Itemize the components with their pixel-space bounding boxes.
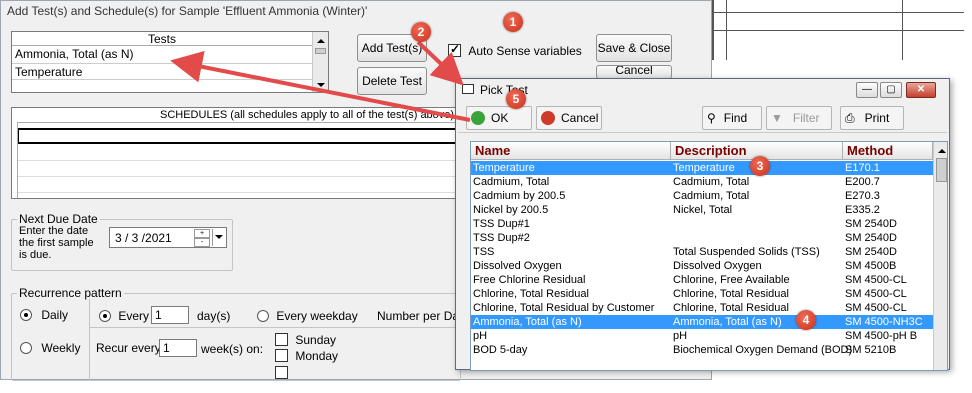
step-badge-2: 2 [411, 22, 431, 42]
annotation-arrows [170, 40, 471, 122]
step-badge-5: 5 [506, 89, 526, 109]
step-badge-4: 4 [796, 310, 816, 330]
arrow-to-tests [170, 50, 471, 122]
arrow-to-pick [416, 40, 464, 86]
step-badge-3: 3 [750, 156, 770, 176]
step-badge-1: 1 [503, 12, 523, 32]
